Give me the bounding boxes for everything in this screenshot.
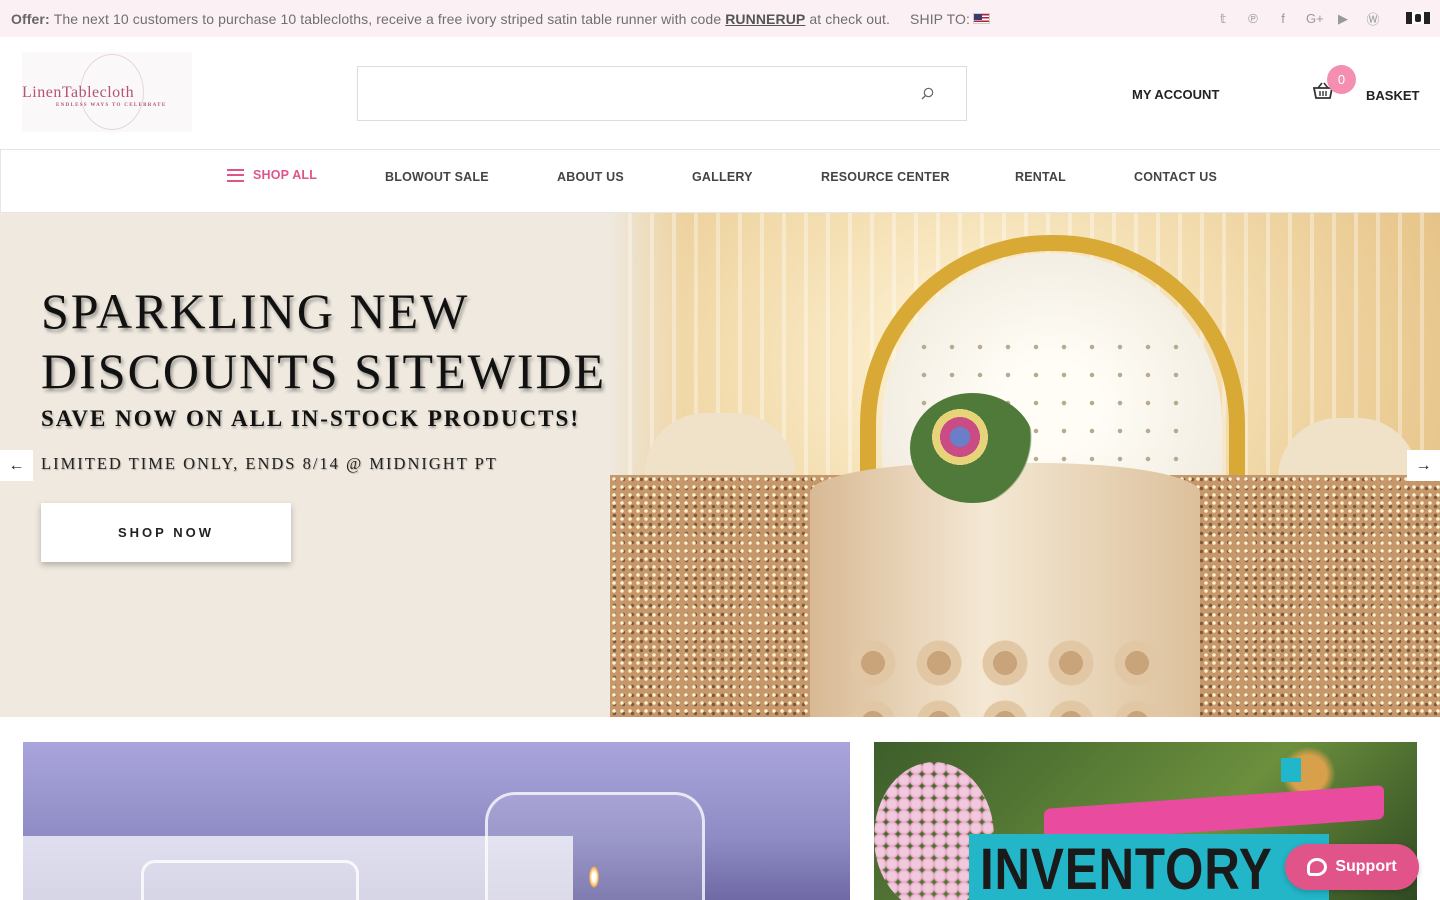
nav-shop-all[interactable]: SHOP ALL: [227, 168, 317, 182]
hero-banner[interactable]: SPARKLING NEW DISCOUNTS SITEWIDE SAVE NO…: [0, 213, 1440, 717]
promo-candle-flame: [589, 866, 599, 888]
hero-bouquet: [910, 393, 1035, 503]
twitter-icon[interactable]: 𝕥: [1216, 11, 1230, 27]
support-chat-button[interactable]: Support: [1285, 844, 1419, 890]
hero-rosette-skirt: [840, 633, 1170, 717]
main-nav: SHOP ALL BLOWOUT SALE ABOUT US GALLERY R…: [0, 150, 1440, 213]
wordpress-icon[interactable]: Ⓦ: [1366, 9, 1380, 28]
search-icon[interactable]: [921, 87, 934, 100]
hero-sequin-tablecloth: [1170, 475, 1440, 717]
support-label: Support: [1335, 858, 1397, 875]
hero-title-line1: SPARKLING NEW: [41, 283, 470, 339]
nav-shop-all-label: SHOP ALL: [253, 168, 318, 182]
us-flag-icon[interactable]: [973, 13, 990, 24]
search-input[interactable]: [357, 66, 967, 121]
offer-text-after: at check out.: [809, 10, 891, 27]
promo-overlay-panel: [6, 836, 573, 900]
hero-image: [610, 213, 1440, 717]
nav-contact-us[interactable]: CONTACT US: [1134, 170, 1217, 184]
my-account-link[interactable]: MY ACCOUNT: [1132, 87, 1219, 102]
offer-text: The next 10 customers to purchase 10 tab…: [53, 10, 722, 27]
hamburger-menu-icon: [227, 168, 244, 182]
offer-code-link[interactable]: RUNNERUP: [725, 11, 805, 27]
hero-subtitle: SAVE NOW ON ALL IN-STOCK PRODUCTS!: [41, 406, 580, 431]
offer-label: Offer:: [11, 10, 50, 27]
youtube-icon[interactable]: ▶: [1336, 11, 1350, 27]
carousel-next-arrow-icon[interactable]: →: [1407, 450, 1440, 481]
basket-count-badge[interactable]: 0: [1327, 65, 1356, 94]
chat-bubble-icon: [1307, 858, 1328, 876]
hero-title: SPARKLING NEW DISCOUNTS SITEWIDE: [41, 281, 606, 401]
ship-to-selector[interactable]: SHIP TO:: [910, 11, 990, 27]
basket-link[interactable]: BASKET: [1366, 88, 1419, 103]
nav-blowout-sale[interactable]: BLOWOUT SALE: [385, 170, 489, 184]
pinterest-icon[interactable]: ℗: [1246, 11, 1260, 26]
carousel-prev-arrow-icon[interactable]: ←: [0, 450, 33, 481]
nav-about-us[interactable]: ABOUT US: [557, 170, 624, 184]
logo-tagline: ENDLESS WAYS TO CELEBRATE: [56, 103, 167, 108]
nav-resource-center[interactable]: RESOURCE CENTER: [821, 170, 950, 184]
hero-title-line2: DISCOUNTS SITEWIDE: [41, 343, 607, 399]
hero-limited-time: LIMITED TIME ONLY, ENDS 8/14 @ MIDNIGHT …: [41, 454, 498, 473]
site-header: LinenTablecloth ENDLESS WAYS TO CELEBRAT…: [0, 37, 1440, 150]
logo-name: LinenTablecloth: [22, 84, 135, 101]
facebook-icon[interactable]: f: [1276, 11, 1290, 26]
canada-flag-icon[interactable]: [1406, 12, 1430, 24]
shop-now-button[interactable]: SHOP NOW: [41, 503, 291, 562]
ship-to-label: SHIP TO:: [910, 10, 970, 27]
google-plus-icon[interactable]: G+: [1306, 11, 1324, 26]
site-logo[interactable]: LinenTablecloth ENDLESS WAYS TO CELEBRAT…: [22, 52, 192, 132]
promo-inventory-text: INVENTORY: [980, 837, 1273, 900]
promo-teal-square: [1281, 758, 1301, 782]
nav-gallery[interactable]: GALLERY: [692, 170, 753, 184]
social-links: 𝕥 ℗ f G+ ▶ Ⓦ: [1216, 0, 1380, 37]
nav-rental[interactable]: RENTAL: [1015, 170, 1066, 184]
